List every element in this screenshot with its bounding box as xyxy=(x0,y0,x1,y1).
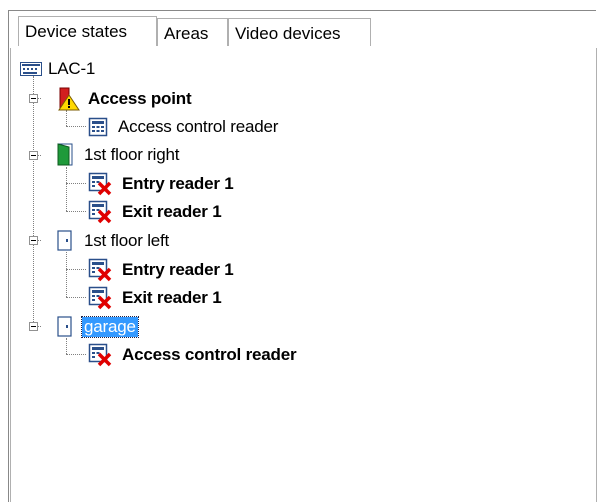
device-tree[interactable]: LAC-1 Access point Access control reader… xyxy=(0,0,600,502)
reader-error-icon xyxy=(88,258,112,282)
door-closed-icon xyxy=(56,229,74,253)
tree-item-reader[interactable]: Access control reader xyxy=(88,342,297,368)
tree-item-root[interactable]: LAC-1 xyxy=(20,56,95,82)
controller-icon xyxy=(20,62,42,76)
door-open-icon xyxy=(56,143,76,167)
tree-item-access-point[interactable]: Access point xyxy=(56,86,192,112)
tree-item-label: LAC-1 xyxy=(48,59,96,78)
tree-item-label: 1st floor left xyxy=(84,231,170,250)
tree-item-label: Access control reader xyxy=(118,117,279,136)
tree-item-exit-reader[interactable]: Exit reader 1 xyxy=(88,199,222,225)
tree-item-label: Entry reader 1 xyxy=(122,174,234,193)
collapse-toggle[interactable] xyxy=(29,151,38,160)
tree-item-label: Access point xyxy=(88,89,192,108)
reader-error-icon xyxy=(88,286,112,310)
tree-item-entry-reader[interactable]: Entry reader 1 xyxy=(88,171,234,197)
tree-item-1st-floor-right[interactable]: 1st floor right xyxy=(56,142,179,168)
tree-item-label: 1st floor right xyxy=(84,145,180,164)
collapse-toggle[interactable] xyxy=(29,322,38,331)
tree-item-label: garage xyxy=(81,316,139,338)
tree-item-label: Exit reader 1 xyxy=(122,288,222,307)
reader-error-icon xyxy=(88,172,112,196)
tree-item-reader[interactable]: Access control reader xyxy=(88,114,278,140)
door-closed-icon xyxy=(56,315,74,339)
tree-item-exit-reader[interactable]: Exit reader 1 xyxy=(88,285,222,311)
reader-icon xyxy=(88,117,108,137)
tab-device-states[interactable]: Device states xyxy=(18,16,157,46)
reader-error-icon xyxy=(88,343,112,367)
door-warning-icon xyxy=(56,87,80,111)
collapse-toggle[interactable] xyxy=(29,236,38,245)
tab-label: Device states xyxy=(25,22,128,41)
tree-item-1st-floor-left[interactable]: 1st floor left xyxy=(56,228,169,254)
tree-item-label: Exit reader 1 xyxy=(122,202,222,221)
collapse-toggle[interactable] xyxy=(29,94,38,103)
tree-item-label: Access control reader xyxy=(122,345,297,364)
tree-item-garage[interactable]: garage xyxy=(56,314,139,340)
tree-item-label: Entry reader 1 xyxy=(122,260,234,279)
reader-error-icon xyxy=(88,200,112,224)
tree-item-entry-reader[interactable]: Entry reader 1 xyxy=(88,257,234,283)
